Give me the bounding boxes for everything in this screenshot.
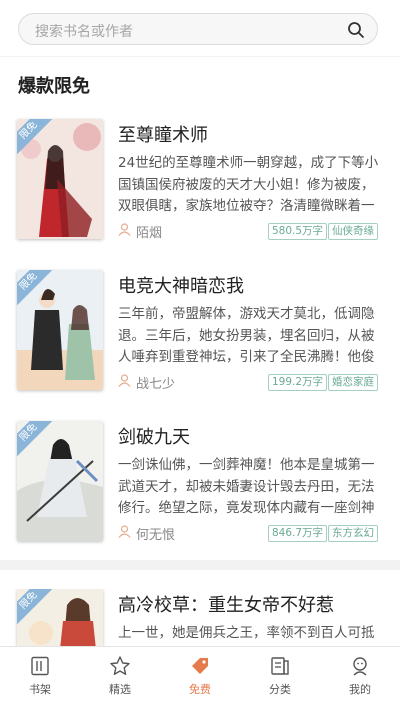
- book-cover[interactable]: 限免: [17, 589, 103, 646]
- star-icon: [110, 656, 130, 675]
- author-icon: [118, 374, 131, 387]
- profile-icon: [353, 657, 367, 676]
- tab-featured[interactable]: 精选: [80, 647, 160, 701]
- book-title[interactable]: 至尊瞳术师: [118, 121, 208, 147]
- tab-label: 我的: [349, 683, 371, 696]
- book-item[interactable]: 限免 至尊瞳术师 24世纪的至尊瞳术师一朝穿越，成了下等小国镇国侯府被废的天才大…: [0, 119, 400, 259]
- book-cover[interactable]: 限免: [17, 421, 103, 541]
- word-count-tag: 846.7万字: [268, 525, 328, 542]
- book-title[interactable]: 电竞大神暗恋我: [118, 272, 244, 298]
- category-icon: [271, 657, 289, 675]
- book-item[interactable]: 限免 剑破九天 一剑诛仙佛，一剑葬神魔！他本是皇城第一武道天才，却被未婚妻设计毁…: [0, 421, 400, 561]
- tab-label: 书架: [29, 683, 51, 696]
- tab-free[interactable]: 免费: [160, 647, 240, 701]
- bookshelf-icon: [31, 656, 49, 676]
- tab-label: 免费: [189, 683, 211, 696]
- price-tag-icon: [192, 658, 208, 674]
- word-count-tag: 199.2万字: [268, 374, 328, 391]
- book-author: 何无恨: [136, 528, 176, 543]
- book-item[interactable]: 限免 电竞大神暗恋我 三年前，帝盟解体，游戏天才莫北，低调隐退。三年后，她女扮男…: [0, 270, 400, 410]
- category-tag: 婚恋家庭: [328, 374, 378, 391]
- header-divider: [0, 56, 400, 57]
- book-title[interactable]: 剑破九天: [118, 423, 190, 449]
- tab-label: 分类: [269, 683, 291, 696]
- book-description: 三年前，帝盟解体，游戏天才莫北，低调隐退。三年后，她女扮男装，埋名回归，从被人唾…: [118, 306, 375, 365]
- book-author: 陌烟: [136, 226, 163, 241]
- section-title: 爆款限免: [18, 76, 90, 97]
- book-cover[interactable]: 限免: [17, 119, 103, 239]
- category-tag: 东方玄幻: [328, 525, 378, 542]
- book-description: 上一世，她是佣兵之王，率领不到百人可抵百万雄师…: [118, 625, 375, 641]
- book-cover[interactable]: 限免: [17, 270, 103, 390]
- book-description: 24世纪的至尊瞳术师一朝穿越，成了下等小国镇国侯府被废的天才大小姐！修为被废，双…: [118, 155, 379, 214]
- book-author: 战七少: [136, 377, 176, 392]
- search-input[interactable]: 搜索书名或作者: [18, 13, 378, 45]
- author-icon: [118, 223, 131, 236]
- section-divider: [0, 560, 400, 570]
- book-description: 一剑诛仙佛，一剑葬神魔！他本是皇城第一武道天才，却被未婚妻设计毁去丹田，无法修行…: [118, 457, 375, 516]
- tab-category[interactable]: 分类: [240, 647, 320, 701]
- tab-profile[interactable]: 我的: [320, 647, 400, 701]
- tab-label: 精选: [109, 683, 131, 696]
- book-item[interactable]: 限免 高冷校草：重生女帝不好惹 上一世，她是佣兵之王，率领不到百人可抵百万雄师…: [0, 589, 400, 646]
- tab-bookshelf[interactable]: 书架: [0, 647, 80, 701]
- search-icon[interactable]: [347, 21, 365, 39]
- category-tag: 仙侠奇缘: [328, 223, 378, 240]
- book-title[interactable]: 高冷校草：重生女帝不好惹: [118, 591, 334, 617]
- bottom-tab-bar: 书架 精选 免费 分类 我的: [0, 646, 400, 700]
- search-bar: 搜索书名或作者: [0, 0, 400, 56]
- word-count-tag: 580.5万字: [268, 223, 328, 240]
- search-placeholder: 搜索书名或作者: [35, 24, 133, 40]
- author-icon: [118, 525, 131, 538]
